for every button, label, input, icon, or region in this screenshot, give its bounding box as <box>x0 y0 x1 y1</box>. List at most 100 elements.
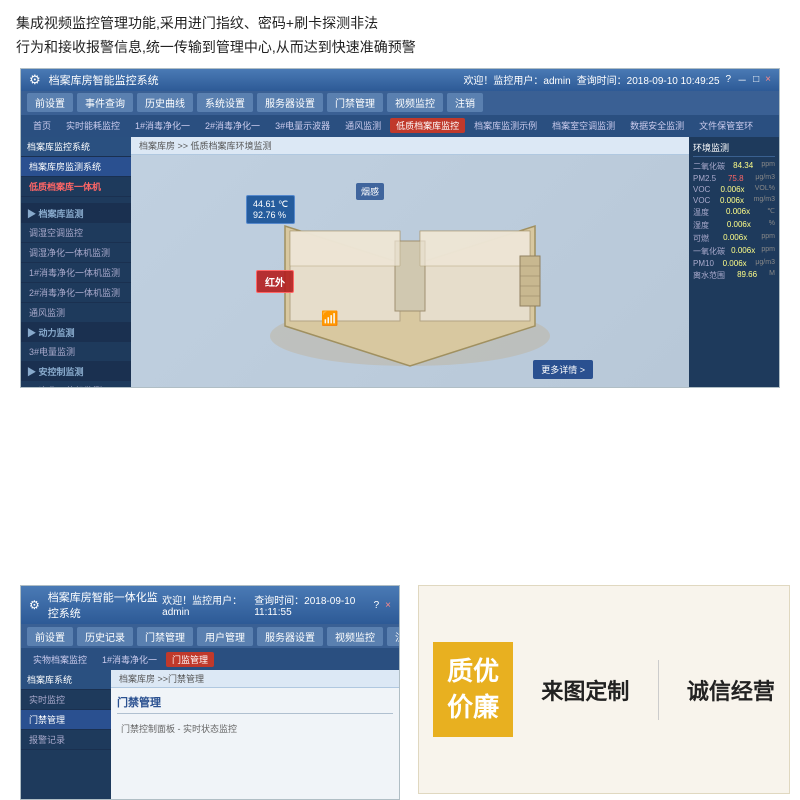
menu-shijian[interactable]: 事件查询 <box>77 93 133 112</box>
env-water-unit: M <box>769 270 775 281</box>
env-co2: 二氧化碳 84.34 ppm <box>693 161 775 172</box>
app-title-1: 档案库房智能监控系统 <box>49 72 159 88</box>
menu2-shipin[interactable]: 视频监控 <box>327 627 383 646</box>
yellow-promo-badge: 质优 价廉 <box>433 642 513 736</box>
env-panel-title: 环境监测 <box>693 141 775 157</box>
menubar-2: 前设置 历史记录 门禁管理 用户管理 服务器设置 视频监控 注销 <box>21 624 399 648</box>
subnav-nenghao[interactable]: 实时能耗监控 <box>60 118 126 133</box>
env-co: 一氧化碳 0.006x ppm <box>693 246 775 257</box>
menu2-qianshe[interactable]: 前设置 <box>27 627 73 646</box>
menu-zhuxiao[interactable]: 注销 <box>447 93 483 112</box>
subnav-didang[interactable]: 低质档案库监控 <box>390 118 465 133</box>
center-2: 档案库房 >>门禁管理 门禁管理 门禁控制面板 - 实时状态监控 <box>111 670 399 799</box>
window-question[interactable]: ? <box>726 74 732 85</box>
env-pm25-label: PM2.5 <box>693 174 716 183</box>
wifi-icon: 📶 <box>321 310 338 327</box>
sidebar-item-dizhidang[interactable]: 低质档案库一体机 <box>21 177 131 197</box>
subnav-1: 首页 实时能耗监控 1#消毒净化一 2#消毒净化一 3#电量示波器 通风监测 低… <box>21 115 779 137</box>
env-co2-label: 二氧化碳 <box>693 161 725 172</box>
sidebar2-item2[interactable]: 门禁管理 <box>21 710 111 730</box>
env-voc2-val: 0.006x <box>720 196 744 205</box>
window2-question[interactable]: ? <box>374 600 380 611</box>
sidebar-item-jian[interactable] <box>21 197 131 204</box>
window-close[interactable]: × <box>765 74 771 85</box>
smoke-sensor[interactable]: 烟感 <box>356 183 384 200</box>
sidebar-group-ankong: ▶ 安控制监测 <box>21 362 131 381</box>
welcome-text-2: 欢迎！监控用户：admin <box>162 592 248 618</box>
titlebar-right: 欢迎！监控用户：admin 查询时间：2018-09-10 10:49:25 ?… <box>463 72 771 87</box>
env-water-val: 89.66 <box>737 270 757 281</box>
main-area-1: 档案库监控系统 档案库房监测系统 低质档案库一体机 ▶ 档案库监测 调湿空调监控… <box>21 137 779 387</box>
screenshot-2: ⚙ 档案库房智能一体化监控系统 欢迎！监控用户：admin 查询时间：2018-… <box>20 585 400 800</box>
center-content-1: 档案库房 >> 低质档案库环境监测 <box>131 137 689 387</box>
env-voc1-unit: VOL% <box>755 185 775 194</box>
sidebar-item-dianliang2[interactable]: 3#电量监测 <box>21 342 131 362</box>
sidebar-item-jinghua[interactable]: 1#净化一体机监测 <box>21 381 131 387</box>
env-comb-val: 0.006x <box>723 233 747 244</box>
menu2-zhuxiao[interactable]: 注销 <box>387 627 399 646</box>
subnav2-menjian[interactable]: 门监管理 <box>166 652 214 667</box>
sidebar-item-xiaoduq2[interactable]: 2#消毒净化一体机监测 <box>21 283 131 303</box>
floor-map: 44.61 ℃92.76 % 红外 烟感 📶 <box>131 155 689 387</box>
env-humid-unit: % <box>769 220 775 231</box>
menu2-lishi[interactable]: 历史记录 <box>77 627 133 646</box>
env-pm25: PM2.5 75.8 μg/m3 <box>693 174 775 183</box>
menu2-fuwuqi[interactable]: 服务器设置 <box>257 627 323 646</box>
main-content-area: ⚙ 档案库房智能监控系统 欢迎！监控用户：admin 查询时间：2018-09-… <box>0 68 800 585</box>
env-pm10-val: 0.006x <box>723 259 747 268</box>
subnav-dajian[interactable]: 档案库监测示例 <box>468 118 543 133</box>
titlebar-2: ⚙ 档案库房智能一体化监控系统 欢迎！监控用户：admin 查询时间：2018-… <box>21 586 399 624</box>
main-area-2: 档案库系统 实时监控 门禁管理 报警记录 档案库房 >>门禁管理 门禁管理 门禁… <box>21 670 399 799</box>
sidebar-item-tongfeng2[interactable]: 通风监测 <box>21 303 131 323</box>
subnav-shuju[interactable]: 数据安全监测 <box>624 118 690 133</box>
env-temp: 温度 0.006x ℃ <box>693 207 775 218</box>
menu-lishi[interactable]: 历史曲线 <box>137 93 193 112</box>
sidebar2-item3[interactable]: 报警记录 <box>21 730 111 750</box>
temp-sensor[interactable]: 44.61 ℃92.76 % <box>246 195 295 224</box>
datetime-1: 查询时间：2018-09-10 10:49:25 <box>577 72 720 87</box>
infrared-sensor[interactable]: 红外 <box>256 270 294 293</box>
promo-text-area2: 诚信经营 <box>687 674 775 706</box>
promo-text2: 诚信经营 <box>687 674 775 706</box>
subnav-wenjian[interactable]: 文件保管室环 <box>693 118 759 133</box>
env-voc2: VOC 0.006x mg/m3 <box>693 196 775 205</box>
subnav-kongtiao[interactable]: 档案室空调监测 <box>546 118 621 133</box>
sidebar-item-xiaoduq1[interactable]: 1#消毒净化一体机监测 <box>21 263 131 283</box>
window2-close[interactable]: × <box>385 600 391 611</box>
menu-xitong[interactable]: 系统设置 <box>197 93 253 112</box>
sidebar-item-tiaokong[interactable]: 调湿空调监控 <box>21 223 131 243</box>
menu2-yonghu[interactable]: 用户管理 <box>197 627 253 646</box>
menu-qianshe[interactable]: 前设置 <box>27 93 73 112</box>
next-details-btn[interactable]: 更多详情 > <box>533 360 593 379</box>
subnav-2: 实物档案监控 1#消毒净化一 门监管理 <box>21 648 399 670</box>
env-temp-val: 0.006x <box>726 207 750 218</box>
env-humid-val: 0.006x <box>727 220 751 231</box>
subnav2-xiaodu[interactable]: 1#消毒净化一 <box>96 652 163 667</box>
subnav-tongfeng[interactable]: 通风监测 <box>339 118 387 133</box>
menu2-menjin[interactable]: 门禁管理 <box>137 627 193 646</box>
window-min[interactable]: － <box>737 72 747 87</box>
subnav-shouye[interactable]: 首页 <box>27 118 57 133</box>
menu-menjin[interactable]: 门禁管理 <box>327 93 383 112</box>
window-max[interactable]: □ <box>753 74 759 85</box>
env-co-val: 0.006x <box>731 246 755 257</box>
menu-shipin[interactable]: 视频监控 <box>387 93 443 112</box>
env-co2-unit: ppm <box>761 161 775 172</box>
door-panel-title: 门禁管理 <box>117 694 393 714</box>
menu-fuwuqi[interactable]: 服务器设置 <box>257 93 323 112</box>
env-voc1-val: 0.006x <box>721 185 745 194</box>
subnav2-shiwu[interactable]: 实物档案监控 <box>27 652 93 667</box>
sidebar-2: 档案库系统 实时监控 门禁管理 报警记录 <box>21 670 111 799</box>
intro-text-block: 集成视频监控管理功能,采用进门指纹、密码+刷卡探测非法 行为和接收报警信息,统一… <box>0 0 800 68</box>
env-pm10-label: PM10 <box>693 259 714 268</box>
sidebar-item-yiti[interactable]: 调湿净化一体机监测 <box>21 243 131 263</box>
sidebar2-item1[interactable]: 实时监控 <box>21 690 111 710</box>
titlebar-1: ⚙ 档案库房智能监控系统 欢迎！监控用户：admin 查询时间：2018-09-… <box>21 69 779 91</box>
sidebar-item-dangangku[interactable]: 档案库房监测系统 <box>21 157 131 177</box>
sidebar-header: 档案库监控系统 <box>21 137 131 157</box>
subnav-xiaoduqa2[interactable]: 2#消毒净化一 <box>199 118 266 133</box>
env-comb-label: 可燃 <box>693 233 709 244</box>
promo-text1: 来图定制 <box>541 674 629 706</box>
subnav-xiaoduqa1[interactable]: 1#消毒净化一 <box>129 118 196 133</box>
subnav-dianliang[interactable]: 3#电量示波器 <box>269 118 336 133</box>
